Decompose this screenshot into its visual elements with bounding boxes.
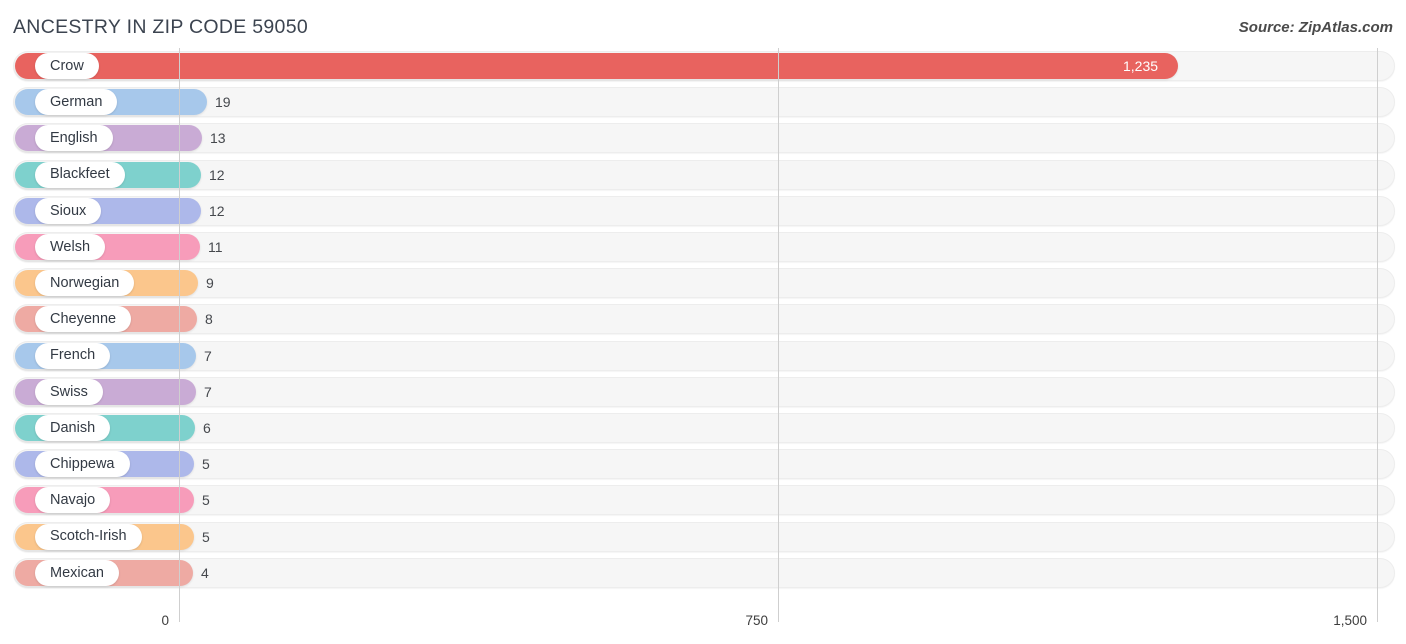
bar-label-text: Welsh (50, 238, 91, 255)
bar[interactable] (15, 53, 1178, 79)
bar-track (13, 521, 1395, 552)
bar-label-pill[interactable]: Crow (35, 53, 99, 79)
table-row[interactable]: Scotch-Irish 5 (0, 519, 1406, 555)
bar-track (13, 304, 1395, 335)
bar-label-text: Navajo (50, 492, 96, 509)
bar-label-pill[interactable]: Danish (35, 415, 111, 441)
bar-label-pill[interactable]: Mexican (35, 559, 119, 586)
chart-page: ANCESTRY IN ZIP CODE 59050 Source: ZipAt… (0, 0, 1406, 644)
bar-label-pill[interactable]: Swiss (35, 378, 103, 405)
bar-label-text: German (50, 93, 103, 110)
bar-track (13, 485, 1395, 516)
bar-track (13, 449, 1395, 480)
bar-value-label: 13 (210, 130, 226, 147)
bar-label-pill[interactable]: English (35, 125, 113, 152)
bar-track (13, 557, 1395, 588)
table-row[interactable]: Welsh 11 (0, 229, 1406, 265)
bar-value-label: 6 (203, 420, 211, 436)
plot-area: Crow 1,235 German 19 English 13 Blackfeet 12 Sio… (0, 48, 1406, 606)
bar-track (13, 268, 1395, 299)
bar-label-text: Cheyenne (50, 311, 117, 328)
bar-label-pill[interactable]: Blackfeet (35, 161, 125, 188)
bar-value-label: 4 (201, 564, 209, 581)
source-attribution: Source: ZipAtlas.com (1238, 19, 1393, 36)
page-title: ANCESTRY IN ZIP CODE 59050 (13, 16, 308, 38)
bar-value-label: 5 (202, 492, 210, 509)
table-row[interactable]: Swiss 7 (0, 374, 1406, 410)
bar-value-label: 7 (204, 347, 212, 364)
bar-label-text: Mexican (50, 564, 104, 581)
x-axis: 0 750 1,500 (0, 606, 1406, 644)
bar-track (13, 376, 1395, 407)
bar-label-pill[interactable]: Norwegian (35, 270, 135, 297)
bar-label-pill[interactable]: Sioux (35, 197, 102, 224)
bar-label-text: Danish (50, 419, 96, 436)
bar-value-label: 11 (208, 239, 223, 255)
bar-label-text: Norwegian (50, 274, 120, 291)
table-row[interactable]: Crow 1,235 (0, 48, 1406, 84)
bar-label-text: Swiss (50, 383, 88, 400)
bar-label-pill[interactable]: Scotch-Irish (35, 523, 142, 550)
table-row[interactable]: Norwegian 9 (0, 265, 1406, 301)
bar-label-pill[interactable]: Cheyenne (35, 306, 132, 333)
bar-value-inside: 1,235 (1123, 58, 1159, 74)
bar-track (13, 340, 1395, 371)
bar-value-label: 12 (209, 202, 225, 219)
table-row[interactable]: French 7 (0, 338, 1406, 374)
table-row[interactable]: Danish 6 (0, 410, 1406, 446)
bar-label-text: Chippewa (50, 455, 115, 472)
bar-label-pill[interactable]: French (35, 342, 111, 369)
bar-track (13, 413, 1395, 443)
bar-value-label: 5 (202, 528, 210, 545)
bar-value-label: 12 (209, 166, 225, 183)
bar-value-label: 5 (202, 456, 210, 473)
table-row[interactable]: Cheyenne 8 (0, 301, 1406, 337)
bar-label-pill[interactable]: German (35, 89, 118, 116)
bar-label-pill[interactable]: Navajo (35, 487, 111, 514)
table-row[interactable]: Navajo 5 (0, 482, 1406, 518)
bar-label-text: Sioux (50, 202, 87, 219)
axis-tick-mark (179, 606, 180, 622)
bar-value-label: 8 (205, 311, 213, 328)
bar-label-pill[interactable]: Chippewa (35, 451, 130, 478)
bar-label-text: French (50, 347, 96, 364)
axis-tick-mark (778, 606, 779, 622)
bar-value-label: 19 (215, 94, 231, 111)
table-row[interactable]: Blackfeet 12 (0, 157, 1406, 193)
bar-value-label: 9 (206, 275, 214, 292)
bar-label-text: Crow (50, 57, 84, 74)
bar-label-text: English (50, 130, 98, 147)
table-row[interactable]: Sioux 12 (0, 193, 1406, 229)
bar-label-pill[interactable]: Welsh (35, 234, 106, 260)
table-row[interactable]: English 13 (0, 120, 1406, 156)
table-row[interactable]: Mexican 4 (0, 555, 1406, 591)
bar-label-text: Scotch-Irish (50, 528, 127, 545)
axis-tick-label: 750 (745, 613, 768, 628)
table-row[interactable]: Chippewa 5 (0, 446, 1406, 482)
axis-tick-mark (1377, 606, 1378, 622)
axis-tick-label: 0 (161, 613, 169, 628)
axis-tick-label: 1,500 (1333, 613, 1367, 628)
table-row[interactable]: German 19 (0, 84, 1406, 120)
bar-value-label: 7 (204, 383, 212, 400)
bar-label-text: Blackfeet (50, 166, 110, 183)
